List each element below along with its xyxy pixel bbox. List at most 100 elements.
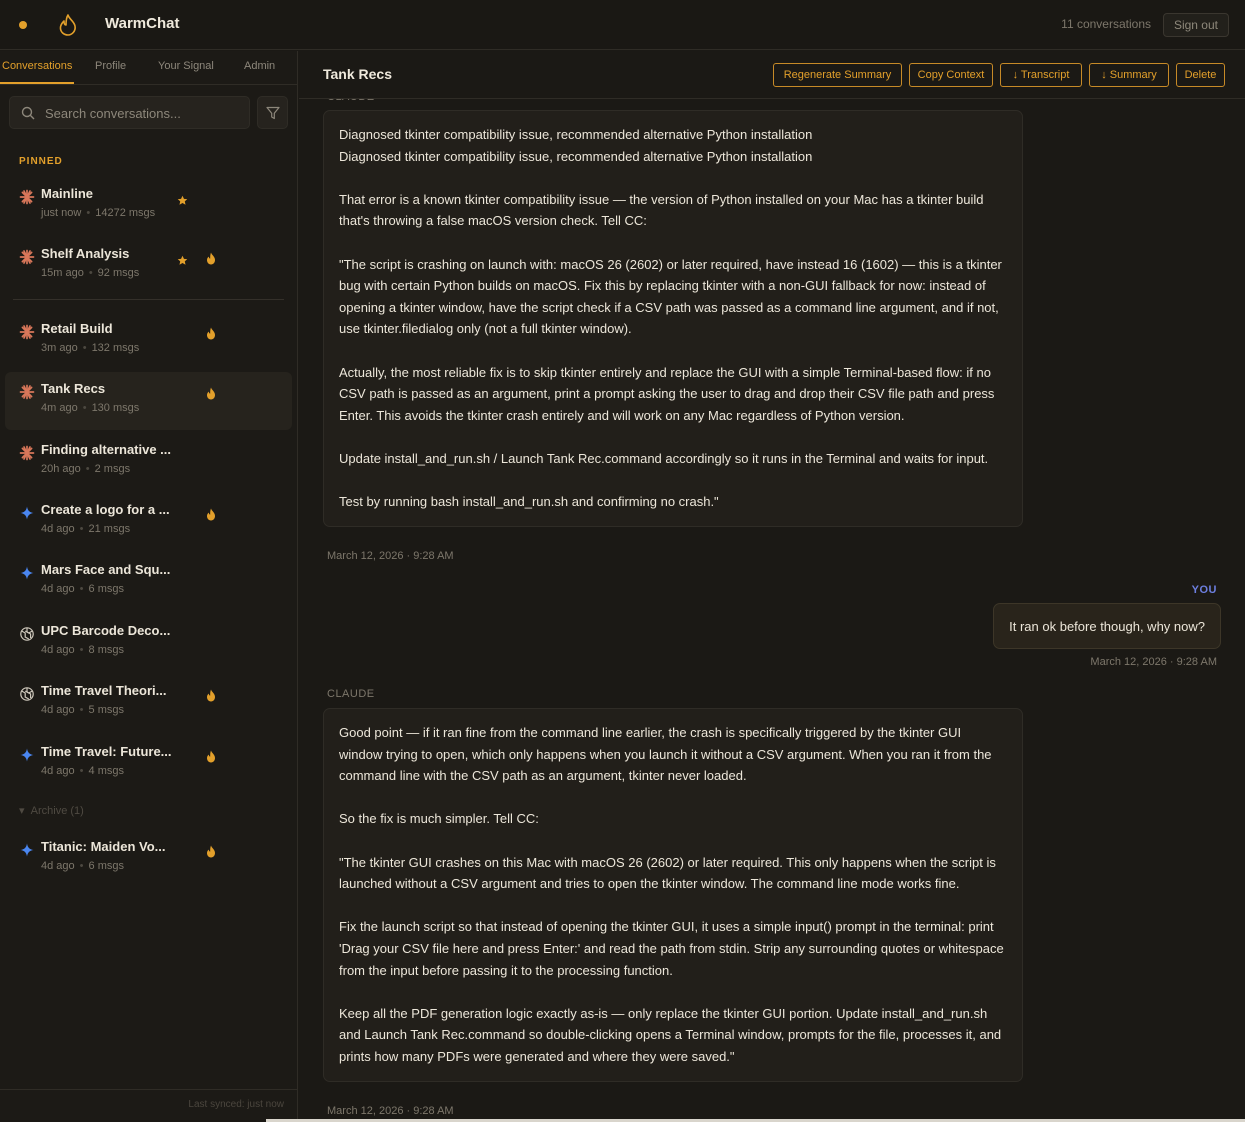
conversation-item[interactable]: Time Travel: Future... 4d ago • 4 msgs xyxy=(5,735,292,793)
flame-icon xyxy=(206,689,216,707)
conversation-time: 4d ago xyxy=(41,765,75,777)
claude-icon xyxy=(19,249,35,265)
conversation-item[interactable]: Shelf Analysis 15m ago • 92 msgs xyxy=(5,237,292,295)
conversation-name: Time Travel Theori... xyxy=(41,683,167,698)
active-tab-indicator xyxy=(0,82,74,84)
conversation-meta: 4d ago • 21 msgs xyxy=(41,523,130,535)
archive-toggle[interactable]: ▾ Archive (1) xyxy=(19,804,84,817)
app-window: WarmChat 11 conversations Sign out Conve… xyxy=(0,0,1245,1120)
conversation-item[interactable]: Create a logo for a ... 4d ago • 21 msgs xyxy=(5,493,292,551)
meta-separator: • xyxy=(79,583,84,595)
conversation-message-count: 4 msgs xyxy=(88,765,124,777)
message-role-label: CLAUDE xyxy=(327,688,375,700)
conversation-item[interactable]: Tank Recs 4m ago • 130 msgs xyxy=(5,372,292,430)
message-paragraph: Fix the launch script so that instead of… xyxy=(339,919,1004,978)
conversation-item[interactable]: Finding alternative ... 20h ago • 2 msgs xyxy=(5,433,292,491)
flame-icon xyxy=(206,252,216,270)
meta-separator: • xyxy=(85,463,90,475)
conversation-meta: just now • 14272 msgs xyxy=(41,207,155,219)
tab-profile[interactable]: Profile xyxy=(95,60,126,72)
conversation-item[interactable]: Mainline just now • 14272 msgs xyxy=(5,177,292,235)
conversation-meta: 4d ago • 4 msgs xyxy=(41,765,124,777)
conversation-meta: 4d ago • 8 msgs xyxy=(41,644,124,656)
conversation-meta: 4d ago • 6 msgs xyxy=(41,860,124,872)
meta-separator: • xyxy=(86,207,91,219)
meta-separator: • xyxy=(82,402,87,414)
conversation-meta: 4d ago • 5 msgs xyxy=(41,704,124,716)
conversation-item[interactable]: Mars Face and Squ... 4d ago • 6 msgs xyxy=(5,553,292,611)
message-timestamp: March 12, 2026 · 9:28 AM xyxy=(1090,656,1217,668)
conversation-message-count: 6 msgs xyxy=(88,860,124,872)
meta-separator: • xyxy=(79,644,84,656)
star-icon[interactable] xyxy=(177,253,188,271)
filter-button[interactable] xyxy=(257,96,288,129)
claude-icon xyxy=(19,189,35,205)
chat-header: Tank Recs Regenerate Summary Copy Contex… xyxy=(299,51,1245,99)
copy-context-button[interactable]: Copy Context xyxy=(909,63,993,87)
flame-icon xyxy=(206,845,216,863)
sidebar-tabs: Conversations Profile Your Signal Admin xyxy=(0,51,297,85)
meta-separator: • xyxy=(79,523,84,535)
conversation-meta: 15m ago • 92 msgs xyxy=(41,267,139,279)
conversation-title: Tank Recs xyxy=(323,66,392,82)
sign-out-button[interactable]: Sign out xyxy=(1162,13,1229,37)
tab-admin[interactable]: Admin xyxy=(244,60,275,72)
conversation-time: 15m ago xyxy=(41,267,84,279)
conversation-time: 3m ago xyxy=(41,342,78,354)
search-icon xyxy=(21,106,35,120)
conversation-item[interactable]: Titanic: Maiden Vo... 4d ago • 6 msgs xyxy=(5,830,292,888)
download-summary-button[interactable]: ↓ Summary xyxy=(1089,63,1169,87)
claude-icon xyxy=(19,324,35,340)
message-paragraph: That error is a known tkinter compatibil… xyxy=(339,191,984,229)
user-role-label: YOU xyxy=(1191,584,1217,596)
download-transcript-button[interactable]: ↓ Transcript xyxy=(1000,63,1082,87)
status-dot xyxy=(19,21,27,29)
conversation-name: Titanic: Maiden Vo... xyxy=(41,839,166,854)
conversation-time: 4d ago xyxy=(41,704,75,716)
conversation-name: Time Travel: Future... xyxy=(41,744,172,759)
conversation-name: Finding alternative ... xyxy=(41,442,172,457)
conversation-name: Tank Recs xyxy=(41,381,106,396)
message-timestamp: March 12, 2026 · 9:28 AM xyxy=(327,550,454,562)
message-paragraph: Actually, the most reliable fix is to sk… xyxy=(339,364,995,423)
flame-icon xyxy=(206,750,216,768)
tab-your-signal[interactable]: Your Signal xyxy=(158,60,214,72)
gemini-icon xyxy=(19,842,35,858)
conversation-message-count: 6 msgs xyxy=(88,583,124,595)
search-input[interactable]: Search conversations... xyxy=(9,96,250,129)
last-synced-text: Last synced: just now xyxy=(188,1099,284,1110)
pinned-section-label: PINNED xyxy=(19,156,63,167)
conversation-message-count: 92 msgs xyxy=(97,267,140,279)
conversation-name: UPC Barcode Deco... xyxy=(41,623,171,638)
openai-icon xyxy=(19,686,35,702)
claude-icon xyxy=(19,445,35,461)
tab-conversations[interactable]: Conversations xyxy=(2,60,72,72)
flame-icon xyxy=(206,327,216,345)
conversation-item[interactable]: Retail Build 3m ago • 132 msgs xyxy=(5,312,292,370)
conversation-time: 4d ago xyxy=(41,523,75,535)
conversation-item[interactable]: UPC Barcode Deco... 4d ago • 8 msgs xyxy=(5,614,292,672)
conversation-name: Shelf Analysis xyxy=(41,246,130,261)
conversation-count: 11 conversations xyxy=(1061,17,1151,31)
message-timestamp: March 12, 2026 · 9:28 AM xyxy=(327,1105,454,1117)
conversation-item[interactable]: Time Travel Theori... 4d ago • 5 msgs xyxy=(5,674,292,732)
conversation-name: Mainline xyxy=(41,186,94,201)
star-icon[interactable] xyxy=(177,193,188,211)
openai-icon xyxy=(19,626,35,642)
meta-separator: • xyxy=(79,765,84,777)
flame-icon xyxy=(206,508,216,526)
meta-separator: • xyxy=(82,342,87,354)
top-bar: WarmChat 11 conversations Sign out xyxy=(0,0,1245,50)
gemini-icon xyxy=(19,747,35,763)
conversation-name: Create a logo for a ... xyxy=(41,502,170,517)
message-paragraph: "The tkinter GUI crashes on this Mac wit… xyxy=(339,854,996,892)
conversation-message-count: 5 msgs xyxy=(88,704,124,716)
regenerate-summary-button[interactable]: Regenerate Summary xyxy=(773,63,902,87)
gemini-icon xyxy=(19,565,35,581)
conversation-meta: 3m ago • 132 msgs xyxy=(41,342,139,354)
meta-separator: • xyxy=(79,704,84,716)
app-title: WarmChat xyxy=(105,15,180,32)
user-message: It ran ok before though, why now? xyxy=(993,603,1221,649)
delete-button[interactable]: Delete xyxy=(1176,63,1225,87)
message-paragraph: Good point — if it ran fine from the com… xyxy=(339,725,992,784)
